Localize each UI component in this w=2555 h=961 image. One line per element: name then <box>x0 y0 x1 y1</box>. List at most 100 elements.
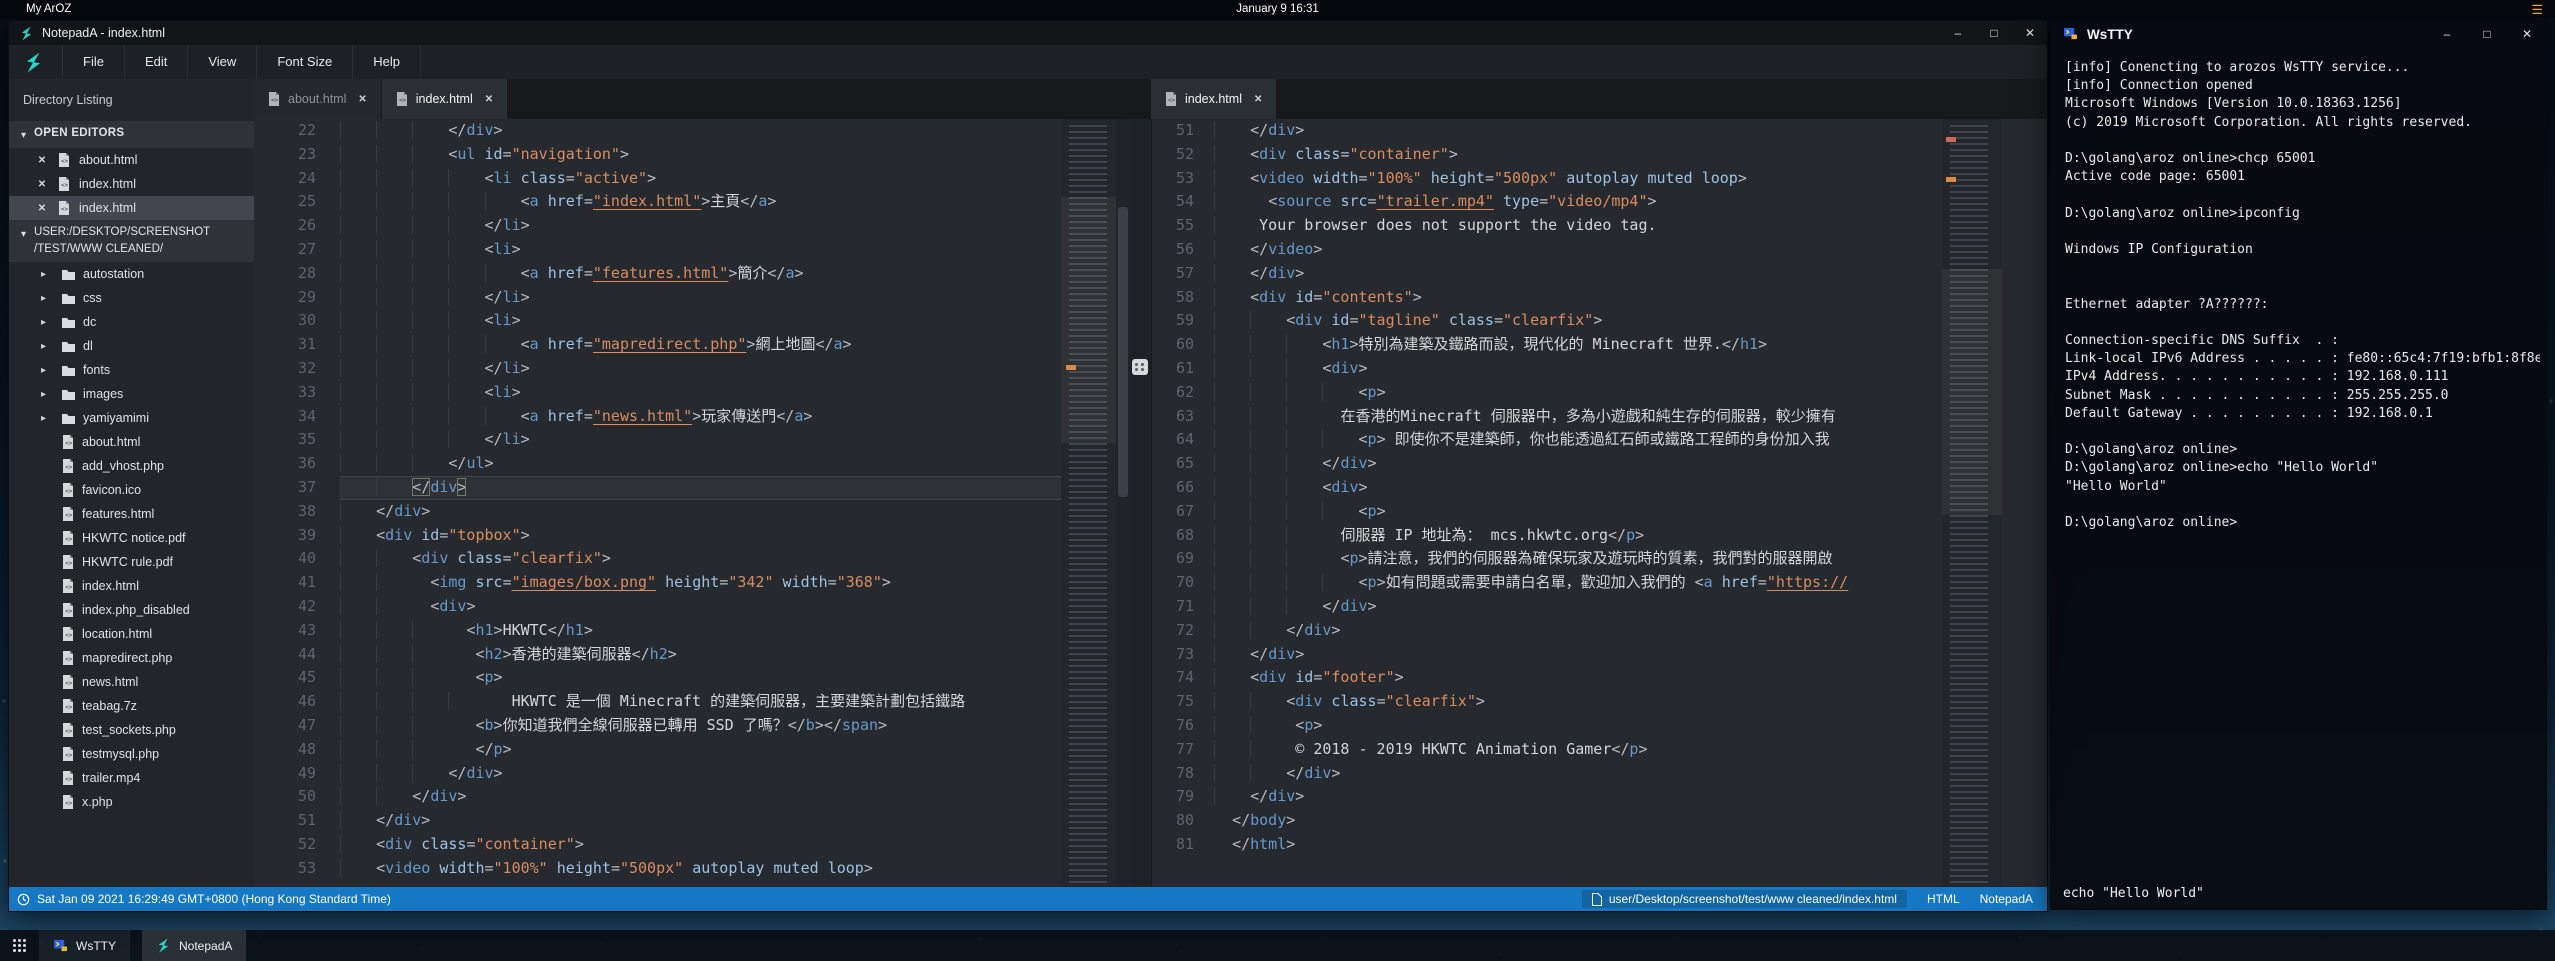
tab-about.html[interactable]: <>about.html✕ <box>254 79 381 119</box>
code-lines-right: 51 </div>52 <div class="container">53 <v… <box>1152 119 2047 857</box>
tree-file[interactable]: <>favicon.ico <box>9 478 254 502</box>
menu-font-size[interactable]: Font Size <box>256 45 352 79</box>
close-icon[interactable]: ✕ <box>2520 27 2534 41</box>
tree-file[interactable]: <>testmysql.php <box>9 742 254 766</box>
code-line: 73 </div> <box>1152 643 2047 667</box>
close-icon[interactable]: ✕ <box>35 179 49 190</box>
close-icon[interactable]: ✕ <box>358 94 366 105</box>
open-editors-header[interactable]: ▾OPEN EDITORS <box>9 121 254 148</box>
close-icon[interactable]: ✕ <box>1254 94 1262 105</box>
menu-edit[interactable]: Edit <box>124 45 187 79</box>
close-icon[interactable]: ✕ <box>2023 26 2037 40</box>
workspace-root-header[interactable]: ▾USER:/DESKTOP/SCREENSHOT /TEST/WWW CLEA… <box>9 220 254 262</box>
minimize-icon[interactable]: – <box>1951 26 1965 40</box>
line-number: 31 <box>254 333 340 357</box>
scrollbar-thumb[interactable] <box>1118 207 1128 497</box>
code-line: 77 © 2018 - 2019 HKWTC Animation Gamer</… <box>1152 738 2047 762</box>
code-line: 50 </div> <box>254 785 1151 809</box>
tree-file[interactable]: <>HKWTC notice.pdf <box>9 526 254 550</box>
taskbar-item-notepada[interactable]: NotepadA <box>142 930 246 961</box>
minimap-right[interactable] <box>1942 119 2002 887</box>
app-launcher-icon[interactable] <box>12 938 27 953</box>
chevron-right-icon[interactable]: ▸ <box>41 269 53 280</box>
svg-text:<>: <> <box>65 584 73 591</box>
chevron-right-icon[interactable]: ▸ <box>41 293 53 304</box>
hamburger-icon[interactable]: ☰ <box>2531 2 2543 18</box>
open-editor-item[interactable]: ✕<>about.html <box>9 148 254 172</box>
minimap-viewport[interactable] <box>1942 269 2002 515</box>
code-text: <li> <box>340 381 1151 405</box>
close-icon[interactable]: ✕ <box>485 94 493 105</box>
minimap-marker <box>1946 177 1956 182</box>
editor-pane-right[interactable]: 51 </div>52 <div class="container">53 <v… <box>1151 119 2047 887</box>
menu-view[interactable]: View <box>187 45 256 79</box>
tree-folder-css[interactable]: ▸css <box>9 286 254 310</box>
line-number: 51 <box>1152 119 1214 143</box>
tree-file[interactable]: <>mapredirect.php <box>9 646 254 670</box>
code-text: <video width="100%" height="500px" autop… <box>1214 167 2047 191</box>
file-icon: <> <box>61 483 75 497</box>
tree-file[interactable]: <>about.html <box>9 430 254 454</box>
maximize-icon[interactable]: □ <box>2480 27 2494 41</box>
pane-splitter[interactable] <box>1130 119 1151 887</box>
code-text: <p> <box>1214 714 2047 738</box>
menu-file[interactable]: File <box>62 45 124 79</box>
code-lines-left: 22 </div>23 <ul id="navigation">24 <li c… <box>254 119 1151 881</box>
file-icon: <> <box>61 603 75 617</box>
tree-file[interactable]: <>trailer.mp4 <box>9 766 254 790</box>
tree-folder-images[interactable]: ▸images <box>9 382 254 406</box>
tree-file[interactable]: <>features.html <box>9 502 254 526</box>
line-number: 46 <box>254 690 340 714</box>
maximize-icon[interactable]: □ <box>1987 26 2001 40</box>
splitter-grip-icon[interactable] <box>1132 359 1148 375</box>
line-number: 35 <box>254 428 340 452</box>
open-editor-item[interactable]: ✕<>index.html <box>9 172 254 196</box>
editor-pane-left[interactable]: 22 </div>23 <ul id="navigation">24 <li c… <box>254 119 1151 887</box>
code-text: </div> <box>1214 119 2047 143</box>
tree-folder-yamiyamimi[interactable]: ▸yamiyamimi <box>9 406 254 430</box>
minimap-viewport[interactable] <box>1061 197 1116 443</box>
tab-index.html[interactable]: <>index.html✕ <box>1151 79 1276 119</box>
document-icon <box>1592 893 1602 906</box>
chevron-right-icon[interactable]: ▸ <box>41 317 53 328</box>
tree-folder-dc[interactable]: ▸dc <box>9 310 254 334</box>
tab-index.html[interactable]: <>index.html✕ <box>382 79 507 119</box>
tree-file[interactable]: <>location.html <box>9 622 254 646</box>
code-line: 47 <b>你知道我們全線伺服器已轉用 SSD 了嗎？</b></span> <box>254 714 1151 738</box>
aroz-start-menu[interactable]: My ArOZ <box>26 3 71 15</box>
tree-file[interactable]: <>HKWTC rule.pdf <box>9 550 254 574</box>
minimize-icon[interactable]: – <box>2440 27 2454 41</box>
chevron-right-icon[interactable]: ▸ <box>41 389 53 400</box>
file-icon: <> <box>61 699 75 713</box>
terminal-input-echo[interactable]: echo "Hello World" <box>2063 886 2204 901</box>
chevron-right-icon[interactable]: ▸ <box>41 341 53 352</box>
notepada-title-bar[interactable]: NotepadA - index.html – □ ✕ <box>9 21 2047 45</box>
tree-folder-dl[interactable]: ▸dl <box>9 334 254 358</box>
close-icon[interactable]: ✕ <box>35 155 49 166</box>
minimap-left[interactable] <box>1061 119 1116 887</box>
menu-help[interactable]: Help <box>352 45 421 79</box>
line-number: 62 <box>1152 381 1214 405</box>
chevron-right-icon[interactable]: ▸ <box>41 413 53 424</box>
open-editor-item[interactable]: ✕<>index.html <box>9 196 254 220</box>
tree-file[interactable]: <>index.php_disabled <box>9 598 254 622</box>
wstty-title-bar[interactable]: WsTTY – □ ✕ <box>2051 21 2546 47</box>
notepada-logo-icon <box>23 52 44 73</box>
taskbar-item-wstty[interactable]: WsTTY <box>39 930 130 961</box>
chevron-right-icon[interactable]: ▸ <box>41 365 53 376</box>
tree-file[interactable]: <>x.php <box>9 790 254 814</box>
terminal-output[interactable]: [info] Conencting to arozos WsTTY servic… <box>2065 59 2540 532</box>
line-number: 53 <box>254 857 340 881</box>
code-text: </div> <box>1214 262 2047 286</box>
tree-folder-fonts[interactable]: ▸fonts <box>9 358 254 382</box>
tree-file[interactable]: <>add_vhost.php <box>9 454 254 478</box>
scrollbar-left[interactable] <box>1116 119 1130 887</box>
file-tree-sidebar: Directory Listing ▾OPEN EDITORS✕<>about.… <box>9 79 254 887</box>
tree-file[interactable]: <>test_sockets.php <box>9 718 254 742</box>
tree-file[interactable]: <>index.html <box>9 574 254 598</box>
close-icon[interactable]: ✕ <box>35 203 49 214</box>
line-number: 44 <box>254 643 340 667</box>
tree-file[interactable]: <>news.html <box>9 670 254 694</box>
tree-folder-autostation[interactable]: ▸autostation <box>9 262 254 286</box>
tree-file[interactable]: <>teabag.7z <box>9 694 254 718</box>
